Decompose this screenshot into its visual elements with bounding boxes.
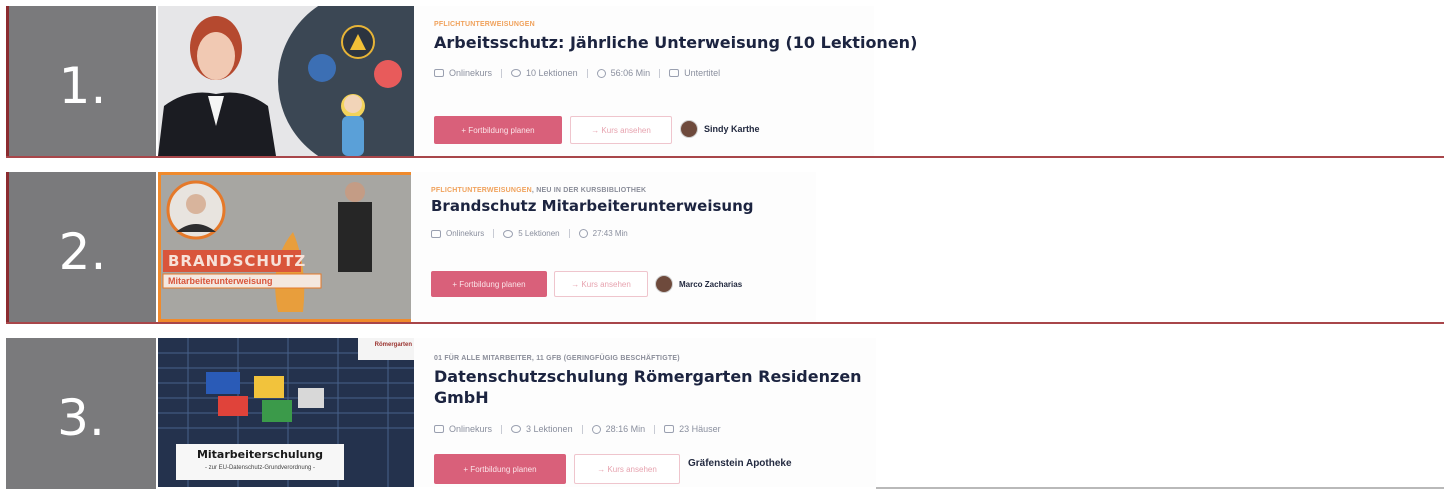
rank-number: 2.	[6, 172, 156, 324]
course-category: PFLICHTUNTERWEISUNGEN	[434, 21, 535, 28]
course-category: PFLICHTUNTERWEISUNGEN, NEU IN DER KURSBI…	[431, 187, 647, 194]
clock-icon	[578, 229, 588, 238]
course-title[interactable]: Datenschutzschulung Römergarten Residenz…	[434, 366, 862, 408]
course-author[interactable]: Gräfenstein Apotheke	[688, 458, 792, 469]
course-thumbnail[interactable]: Römergarten Mitarbeiterschulung - zur EU…	[158, 338, 414, 487]
course-card[interactable]: 01 FÜR ALLE MITARBEITER, 11 GFB (GERINGF…	[414, 338, 876, 487]
course-title[interactable]: Arbeitsschutz: Jährliche Unterweisung (1…	[434, 32, 917, 53]
clock-icon	[591, 424, 601, 434]
clock-icon	[596, 68, 606, 78]
view-course-button[interactable]: → Kurs ansehen	[574, 454, 680, 484]
eye-icon	[511, 425, 522, 433]
thumbnail-subtitle: - zur EU-Datenschutz-Grundverordnung -	[204, 465, 316, 471]
course-row-3[interactable]: 3. Römergarten Mitarbeiterschulung - zur…	[6, 338, 1444, 489]
thumbnail-subtitle: Mitarbeiterunterweisung	[168, 276, 273, 286]
plan-training-button[interactable]: + Fortbildung planen	[431, 271, 547, 297]
eye-icon	[511, 69, 522, 77]
course-category: 01 FÜR ALLE MITARBEITER, 11 GFB (GERINGF…	[434, 355, 680, 362]
course-meta: Onlinekurs 3 Lektionen 28:16 Min 23 Häus…	[434, 424, 721, 434]
course-title[interactable]: Brandschutz Mitarbeiterunterweisung	[431, 196, 754, 217]
row-divider	[6, 322, 1444, 324]
course-thumbnail[interactable]	[158, 6, 414, 156]
row-divider	[6, 156, 1444, 158]
course-row-2[interactable]: 2. BRANDSCHUTZ Mitarbeiterunterweisung P…	[6, 172, 1444, 324]
avatar	[655, 275, 673, 293]
rank-number: 1.	[6, 6, 156, 158]
book-icon	[431, 229, 441, 238]
rank-number: 3.	[6, 338, 156, 489]
building-icon	[664, 425, 675, 433]
course-thumbnail[interactable]: BRANDSCHUTZ Mitarbeiterunterweisung	[158, 172, 414, 322]
avatar	[680, 120, 698, 138]
thumbnail-logo: Römergarten	[374, 342, 412, 348]
eye-icon	[503, 229, 514, 238]
course-author[interactable]: Sindy Karthe	[680, 120, 760, 138]
thumbnail-title: Mitarbeiterschulung	[196, 448, 324, 461]
thumbnail-title: BRANDSCHUTZ	[168, 252, 307, 270]
course-card[interactable]: PFLICHTUNTERWEISUNGEN, NEU IN DER KURSBI…	[411, 172, 816, 322]
book-icon	[434, 69, 444, 77]
view-course-button[interactable]: → Kurs ansehen	[570, 116, 672, 144]
plan-training-button[interactable]: + Fortbildung planen	[434, 116, 562, 144]
view-course-button[interactable]: → Kurs ansehen	[554, 271, 648, 297]
subtitles-icon	[669, 69, 680, 77]
book-icon	[434, 425, 444, 433]
course-card[interactable]: PFLICHTUNTERWEISUNGEN Arbeitsschutz: Jäh…	[414, 6, 917, 156]
course-meta: Onlinekurs 10 Lektionen 56:06 Min Untert…	[434, 68, 720, 78]
course-author[interactable]: Marco Zacharias	[655, 275, 742, 293]
plan-training-button[interactable]: + Fortbildung planen	[434, 454, 566, 484]
course-meta: Onlinekurs 5 Lektionen 27:43 Min	[431, 229, 628, 238]
course-row-1[interactable]: 1. PFLICHTUNTERWEISUNGEN Arbeitsschutz: …	[6, 6, 1444, 158]
